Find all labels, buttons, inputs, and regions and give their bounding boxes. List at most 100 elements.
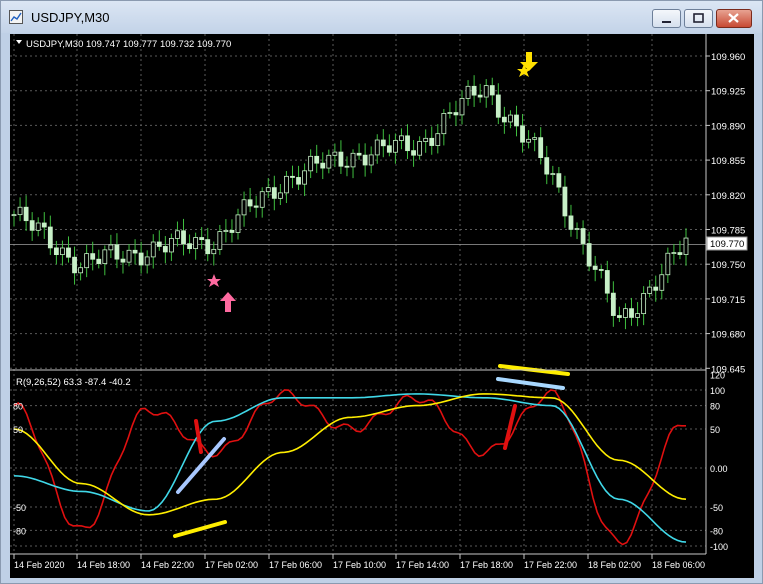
candle-body bbox=[175, 230, 180, 239]
candle-body bbox=[253, 205, 259, 208]
candle-body bbox=[647, 286, 653, 294]
candle-body bbox=[265, 187, 271, 193]
candle-body bbox=[259, 191, 265, 208]
candle-body bbox=[356, 152, 362, 156]
buy-arrow-icon bbox=[220, 292, 236, 312]
candle-body bbox=[308, 155, 314, 172]
candle-body bbox=[429, 137, 435, 146]
candle-body bbox=[665, 252, 671, 276]
candle-body bbox=[465, 85, 471, 99]
candle-body bbox=[671, 252, 677, 254]
current-price: 109.770 bbox=[710, 239, 744, 250]
candle-body bbox=[320, 162, 326, 169]
restore-button[interactable] bbox=[684, 9, 713, 28]
chart-area[interactable]: USDJPY,M30 109.747 109.777 109.732 109.7… bbox=[10, 34, 754, 578]
close-icon bbox=[728, 13, 739, 23]
indicator-axis-left-label: 50 bbox=[13, 425, 23, 435]
candle-body bbox=[550, 173, 556, 176]
candle-body bbox=[332, 151, 338, 156]
time-label: 18 Feb 06:00 bbox=[652, 560, 705, 570]
candles bbox=[11, 75, 689, 330]
indicator-axis-label: 0.00 bbox=[710, 464, 728, 474]
candle-body bbox=[538, 137, 544, 159]
candle-body bbox=[574, 228, 580, 230]
candle-body bbox=[284, 175, 289, 194]
chart-menu-triangle-icon[interactable] bbox=[16, 40, 22, 44]
candle-body bbox=[144, 256, 150, 266]
candle-body bbox=[181, 230, 186, 245]
price-label: 109.785 bbox=[711, 226, 745, 237]
candle-body bbox=[211, 248, 217, 255]
candle-body bbox=[290, 175, 295, 178]
candle-body bbox=[47, 226, 53, 249]
price-label: 109.750 bbox=[711, 260, 745, 271]
candle-body bbox=[653, 286, 659, 291]
candle-body bbox=[277, 192, 283, 199]
candle-body bbox=[235, 214, 241, 233]
candle-body bbox=[520, 125, 525, 143]
candle-body bbox=[386, 145, 392, 153]
indicator-axis-label: 50 bbox=[710, 425, 720, 435]
buy-star-icon bbox=[207, 274, 221, 287]
candle-body bbox=[199, 237, 205, 241]
chart-canvas[interactable]: USDJPY,M30 109.747 109.777 109.732 109.7… bbox=[10, 34, 754, 578]
candle-body bbox=[659, 274, 665, 291]
candle-body bbox=[562, 186, 568, 217]
price-axis[interactable]: 109.960 109.925 109.890 109.855 109.820 109.7… bbox=[706, 52, 745, 375]
candle-body bbox=[326, 154, 332, 169]
candle-body bbox=[162, 246, 168, 253]
candle-body bbox=[102, 249, 108, 264]
indicator-axis-left-label: -50 bbox=[13, 503, 26, 513]
candle-body bbox=[344, 165, 350, 168]
candle-body bbox=[53, 247, 59, 256]
indicator-lines bbox=[13, 389, 687, 546]
candle-body bbox=[271, 187, 277, 199]
candle-body bbox=[635, 313, 640, 318]
indicator-axis-left-label: 80 bbox=[13, 402, 23, 412]
title-bar[interactable]: USDJPY,M30 bbox=[1, 1, 762, 33]
candle-body bbox=[132, 249, 138, 254]
time-label: 17 Feb 06:00 bbox=[269, 560, 322, 570]
candle-body bbox=[72, 256, 77, 274]
close-button[interactable] bbox=[716, 9, 752, 28]
indicator-axis-label: 100 bbox=[710, 386, 725, 396]
candle-body bbox=[60, 247, 65, 256]
time-label: 18 Feb 02:00 bbox=[588, 560, 641, 570]
candle-body bbox=[435, 133, 441, 146]
candle-body bbox=[126, 249, 132, 263]
time-axis[interactable]: 14 Feb 2020 14 Feb 18:00 14 Feb 22:00 17 Fe… bbox=[13, 554, 705, 570]
chart-header: USDJPY,M30 109.747 109.777 109.732 109.7… bbox=[26, 39, 231, 50]
candle-body bbox=[586, 243, 592, 267]
candle-body bbox=[229, 229, 235, 233]
candle-body bbox=[393, 140, 398, 153]
candle-body bbox=[471, 85, 477, 96]
candle-body bbox=[41, 222, 47, 228]
candle-body bbox=[314, 155, 320, 164]
candle-body bbox=[447, 112, 453, 114]
candle-body bbox=[350, 152, 356, 168]
minimize-button[interactable] bbox=[652, 9, 681, 28]
annotation-red-line bbox=[503, 404, 517, 450]
candle-body bbox=[120, 258, 126, 263]
minimize-icon bbox=[662, 21, 671, 23]
candle-body bbox=[380, 139, 386, 147]
candle-body bbox=[96, 258, 102, 264]
candle-body bbox=[84, 253, 90, 269]
candle-body bbox=[598, 269, 604, 271]
candle-body bbox=[441, 113, 447, 135]
candle-body bbox=[532, 137, 538, 140]
candle-body bbox=[411, 150, 416, 156]
candle-body bbox=[35, 222, 41, 231]
price-label: 109.855 bbox=[711, 156, 745, 167]
candle-body bbox=[241, 199, 247, 216]
candle-body bbox=[501, 116, 507, 123]
price-label: 109.820 bbox=[711, 191, 745, 202]
candle-body bbox=[592, 265, 598, 270]
candle-body bbox=[29, 220, 35, 231]
indicator-axis-label: -80 bbox=[710, 526, 723, 536]
candle-body bbox=[17, 206, 23, 216]
candle-body bbox=[169, 238, 174, 253]
candle-body bbox=[544, 157, 550, 175]
candle-body bbox=[477, 94, 483, 98]
annotations bbox=[173, 52, 570, 538]
